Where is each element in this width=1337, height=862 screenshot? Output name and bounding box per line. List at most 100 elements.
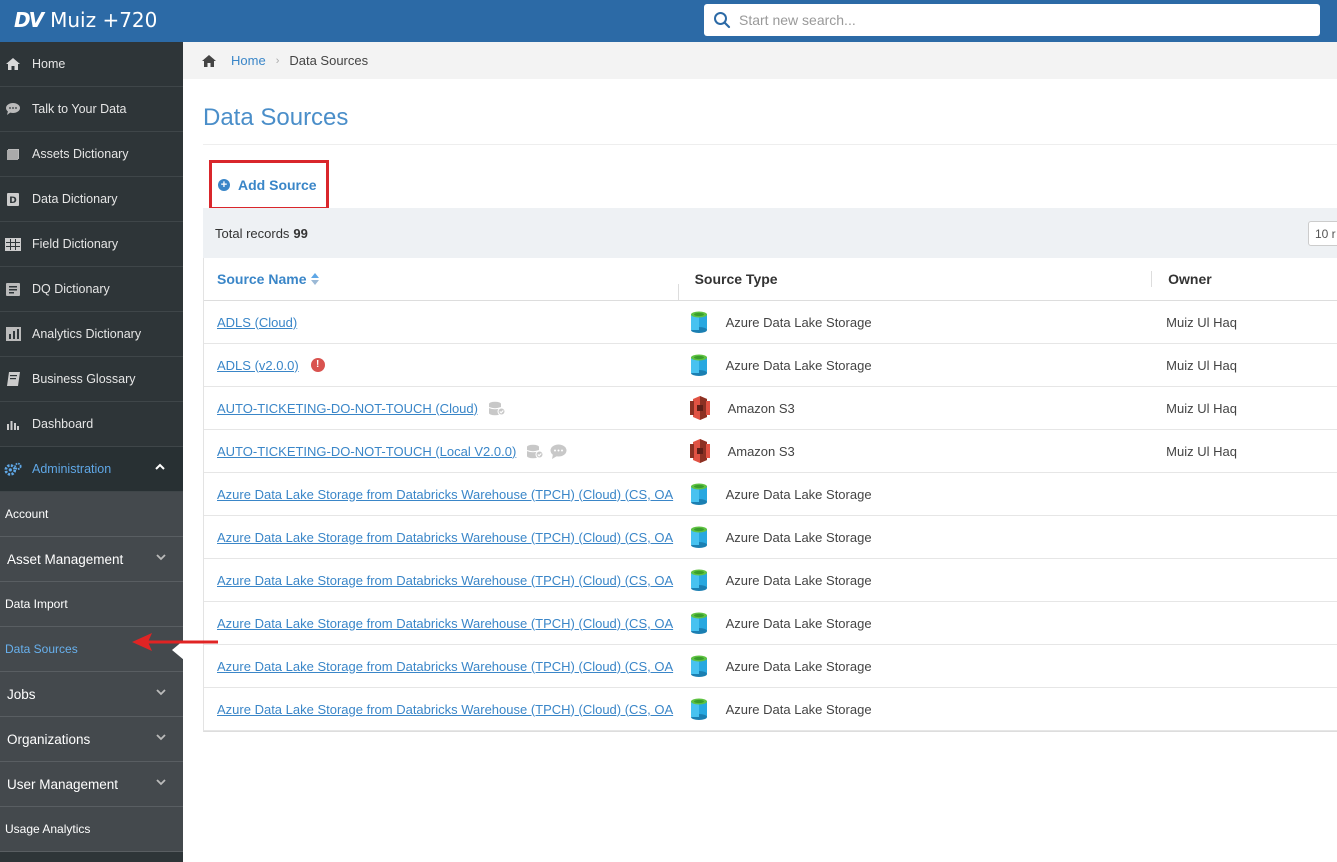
comment-icon[interactable] xyxy=(550,444,567,459)
source-name-link[interactable]: Azure Data Lake Storage from Databricks … xyxy=(217,616,673,631)
source-name-link[interactable]: ADLS (Cloud) xyxy=(217,315,297,330)
sidebar-item-business-glossary[interactable]: Business Glossary xyxy=(0,357,183,402)
analytics-icon xyxy=(4,325,22,343)
azure-data-lake-icon xyxy=(690,354,708,376)
source-name-link[interactable]: ADLS (v2.0.0) xyxy=(217,358,299,373)
amazon-s3-icon xyxy=(689,439,710,463)
main-content: Home › Data Sources Data Sources + Add S… xyxy=(183,42,1337,862)
source-name-link[interactable]: AUTO-TICKETING-DO-NOT-TOUCH (Cloud) xyxy=(217,401,478,416)
app-logo[interactable]: DV Muiz +720 xyxy=(14,8,157,32)
sidebar-subitem-label: Organizations xyxy=(7,731,91,747)
annotation-arrow-icon xyxy=(132,633,218,651)
cell-source-type: Azure Data Lake Storage xyxy=(678,612,1152,634)
chevron-down-icon xyxy=(156,734,166,741)
cell-source-type: Azure Data Lake Storage xyxy=(678,311,1152,333)
sidebar-item-label: Analytics Dictionary xyxy=(32,327,142,341)
sidebar-subitem-label: User Management xyxy=(7,776,119,792)
sidebar-item-dq-dictionary[interactable]: DQ Dictionary xyxy=(0,267,183,312)
sidebar-subitem-usage-analytics[interactable]: Usage Analytics xyxy=(0,807,183,852)
cell-source-name: Azure Data Lake Storage from Databricks … xyxy=(204,702,678,717)
sidebar-subitem-label: Data Sources xyxy=(5,642,78,656)
search-icon xyxy=(714,12,731,29)
azure-data-lake-icon xyxy=(690,698,708,720)
home-icon[interactable] xyxy=(201,54,217,68)
table-row: ADLS (v2.0.0) ! Azure Data Lake Storage … xyxy=(204,344,1337,387)
sort-icon[interactable] xyxy=(311,273,320,285)
sidebar-subitem-data-import[interactable]: Data Import xyxy=(0,582,183,627)
home-icon xyxy=(4,55,22,73)
source-type-label: Azure Data Lake Storage xyxy=(725,529,872,545)
table-row: AUTO-TICKETING-DO-NOT-TOUCH (Local V2.0.… xyxy=(204,430,1337,473)
table-row: Azure Data Lake Storage from Databricks … xyxy=(204,559,1337,602)
sidebar-item-field-dictionary[interactable]: Field Dictionary xyxy=(0,222,183,267)
cell-source-name: Azure Data Lake Storage from Databricks … xyxy=(204,659,678,674)
sidebar-item-analytics-dictionary[interactable]: Analytics Dictionary xyxy=(0,312,183,357)
cell-source-type: Azure Data Lake Storage xyxy=(678,354,1152,376)
search-box[interactable] xyxy=(704,4,1320,36)
table-header: Source Name Source Type Owner xyxy=(204,258,1337,301)
table-row: ADLS (Cloud) Azure Data Lake Storage Mui… xyxy=(204,301,1337,344)
cell-source-type: Amazon S3 xyxy=(678,439,1152,463)
plus-circle-icon: + xyxy=(218,179,230,191)
sidebar-item-assets-dictionary[interactable]: Assets Dictionary xyxy=(0,132,183,177)
field-icon xyxy=(4,235,22,253)
database-check-icon[interactable] xyxy=(526,444,544,459)
header-source-type[interactable]: Source Type xyxy=(677,271,1152,300)
sidebar-subitem-account[interactable]: Account xyxy=(0,492,183,537)
cell-source-type: Azure Data Lake Storage xyxy=(678,655,1152,677)
sidebar-subitem-label: Usage Analytics xyxy=(5,822,91,836)
column-separator xyxy=(1151,271,1153,287)
chevron-up-icon xyxy=(155,463,165,470)
breadcrumb-separator-icon: › xyxy=(275,54,280,67)
cell-owner: Muiz Ul Haq xyxy=(1166,314,1237,330)
sidebar-item-label: Administration xyxy=(32,462,112,476)
sidebar-item-label: DQ Dictionary xyxy=(32,282,110,296)
table-row: AUTO-TICKETING-DO-NOT-TOUCH (Cloud) Amaz… xyxy=(204,387,1337,430)
sidebar-item-home[interactable]: Home xyxy=(0,42,183,87)
page-size-select[interactable]: 10 r xyxy=(1308,221,1337,246)
cell-source-name: Azure Data Lake Storage from Databricks … xyxy=(204,487,678,502)
chevron-down-icon xyxy=(156,554,166,561)
top-bar: DV Muiz +720 xyxy=(0,0,1337,42)
warning-icon[interactable]: ! xyxy=(310,358,325,372)
source-type-label: Amazon S3 xyxy=(727,443,795,459)
cell-source-name: ADLS (Cloud) xyxy=(204,315,678,330)
search-input[interactable] xyxy=(739,6,1299,34)
add-source-button[interactable]: + Add Source xyxy=(209,160,329,210)
data-sources-table: Source Name Source Type Owner ADLS (Clou… xyxy=(203,258,1337,732)
source-name-link[interactable]: Azure Data Lake Storage from Databricks … xyxy=(217,530,673,545)
sidebar: Home Talk to Your Data Assets Dictionary… xyxy=(0,42,184,862)
sidebar-subitem-label: Asset Management xyxy=(7,551,124,567)
source-name-link[interactable]: Azure Data Lake Storage from Databricks … xyxy=(217,702,673,717)
divider xyxy=(203,144,1337,145)
total-records-label: Total records xyxy=(215,225,290,241)
breadcrumb-home-link[interactable]: Home xyxy=(231,53,266,68)
source-type-label: Azure Data Lake Storage xyxy=(725,314,872,330)
database-check-icon[interactable] xyxy=(488,401,506,416)
sidebar-item-talk-to-your-data[interactable]: Talk to Your Data xyxy=(0,87,183,132)
sidebar-subitem-organizations[interactable]: Organizations xyxy=(0,717,183,762)
sidebar-subitem-label: Data Import xyxy=(5,597,68,611)
cell-owner: Muiz Ul Haq xyxy=(1166,443,1237,459)
source-name-link[interactable]: Azure Data Lake Storage from Databricks … xyxy=(217,659,673,674)
sidebar-subitem-user-management[interactable]: User Management xyxy=(0,762,183,807)
sidebar-subitem-jobs[interactable]: Jobs xyxy=(0,672,183,717)
header-source-name[interactable]: Source Name xyxy=(204,271,678,287)
sidebar-subitem-label: Account xyxy=(5,507,49,521)
records-bar: Total records 99 10 r xyxy=(203,208,1337,258)
source-type-label: Amazon S3 xyxy=(727,400,795,416)
source-name-link[interactable]: Azure Data Lake Storage from Databricks … xyxy=(217,487,673,502)
source-name-link[interactable]: AUTO-TICKETING-DO-NOT-TOUCH (Local V2.0.… xyxy=(217,444,516,459)
azure-data-lake-icon xyxy=(690,612,708,634)
sidebar-item-administration[interactable]: Administration xyxy=(0,447,183,492)
header-owner[interactable]: Owner xyxy=(1151,271,1337,287)
azure-data-lake-icon xyxy=(690,483,708,505)
sidebar-subitem-asset-management[interactable]: Asset Management xyxy=(0,537,183,582)
sidebar-item-data-dictionary[interactable]: D Data Dictionary xyxy=(0,177,183,222)
cell-source-type: Azure Data Lake Storage xyxy=(678,569,1152,591)
column-separator xyxy=(677,284,679,300)
sidebar-item-label: Business Glossary xyxy=(32,372,136,386)
sidebar-item-dashboard[interactable]: Dashboard xyxy=(0,402,183,447)
cell-owner: Muiz Ul Haq xyxy=(1166,400,1237,416)
source-name-link[interactable]: Azure Data Lake Storage from Databricks … xyxy=(217,573,673,588)
